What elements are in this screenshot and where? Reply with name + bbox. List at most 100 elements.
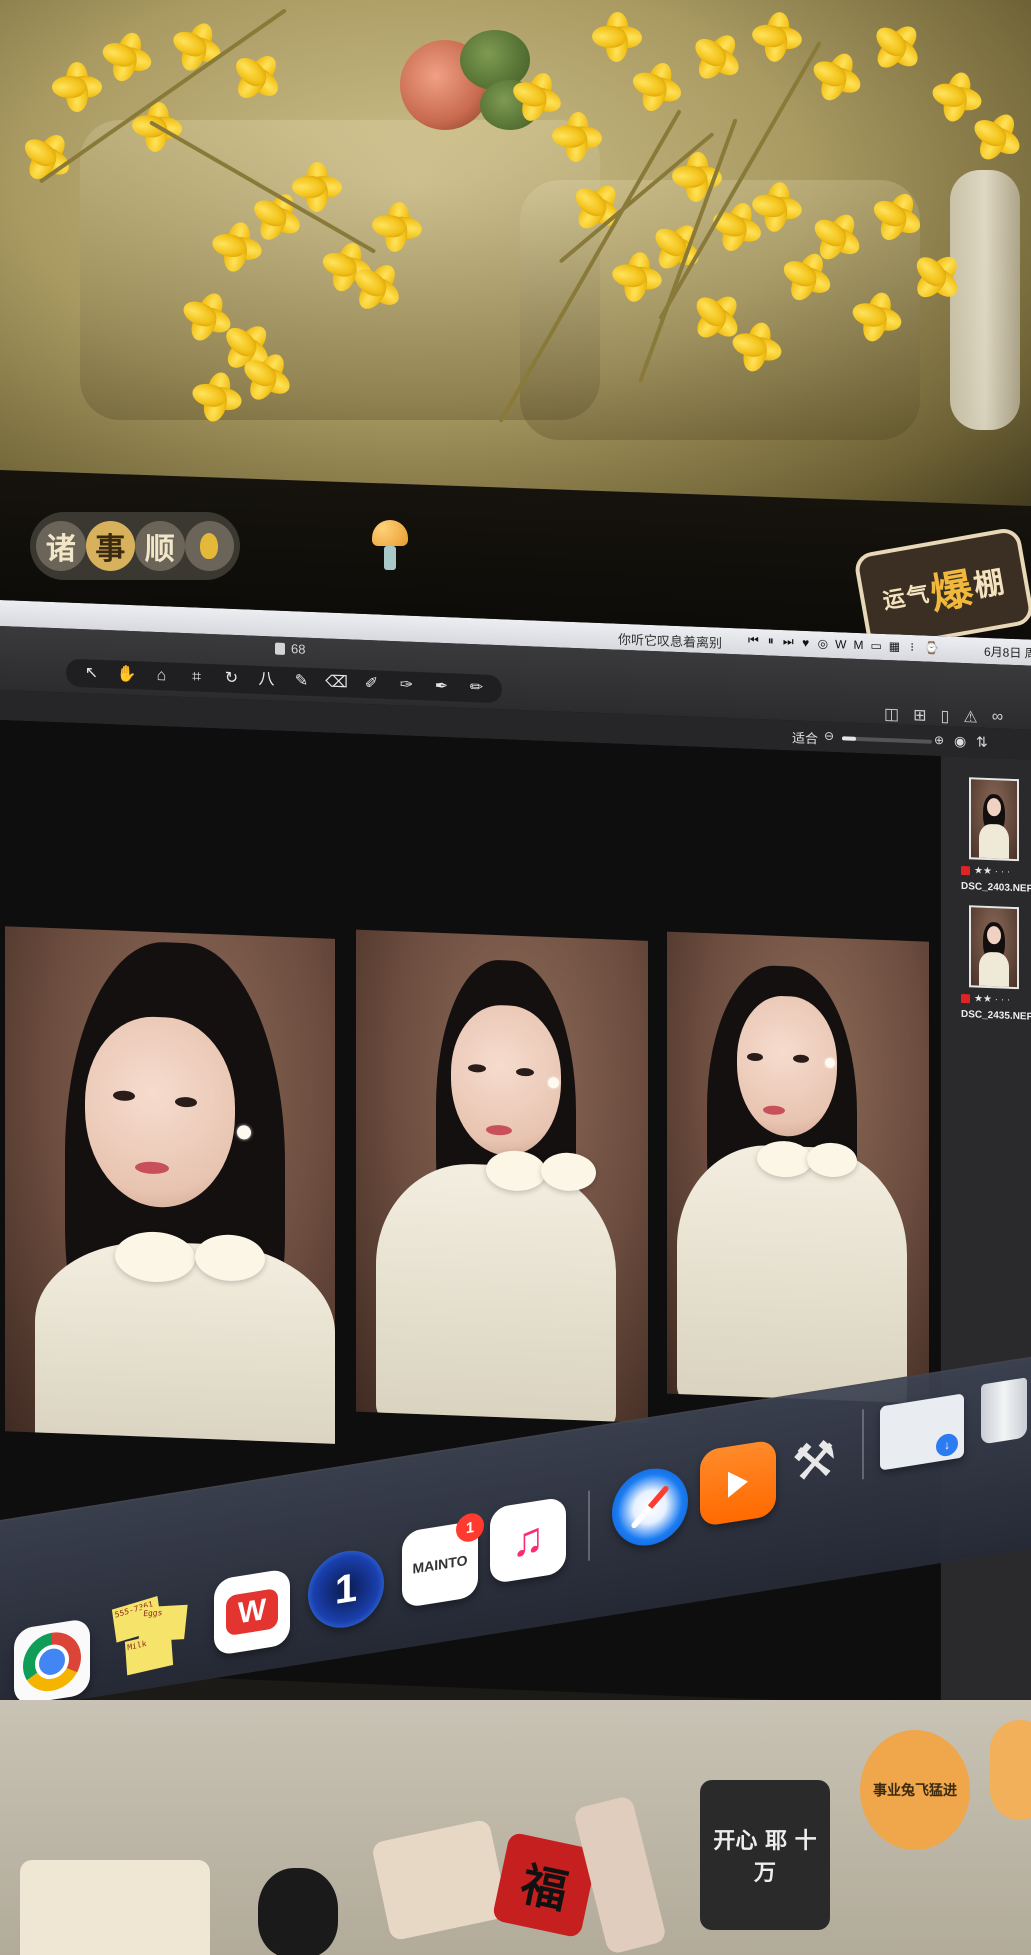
forsythia-flower: [750, 180, 804, 234]
forsythia-flower: [869, 189, 925, 245]
forsythia-flower: [969, 109, 1025, 165]
now-playing-song[interactable]: 你听它叹息着离别: [618, 629, 722, 652]
zoom-slider[interactable]: [842, 736, 932, 744]
document-icon: [275, 642, 285, 655]
kaixin-text: 开心 耶 十 万: [713, 1828, 817, 1886]
chrome-icon[interactable]: [14, 1617, 90, 1706]
eye-icon[interactable]: ◉: [954, 733, 966, 750]
forsythia-flower: [551, 111, 603, 163]
zoom-out-icon[interactable]: ⊖: [824, 729, 834, 743]
trash-icon[interactable]: [966, 1367, 1031, 1455]
status-icon-0[interactable]: ⏮: [748, 633, 759, 648]
forsythia-flower: [179, 289, 235, 345]
1password-icon[interactable]: 1: [308, 1545, 384, 1634]
hand-tool-icon[interactable]: ✋: [112, 665, 142, 683]
forsythia-flower: [750, 10, 804, 64]
straighten-tool-icon[interactable]: 八: [252, 671, 282, 689]
status-icon-6[interactable]: M: [853, 637, 863, 651]
sticker-char: 诸: [36, 521, 86, 571]
sticker-zhushishun: 诸 事 顺: [30, 512, 240, 580]
zoom-in-icon[interactable]: ⊕: [934, 733, 944, 747]
safari-icon[interactable]: [612, 1463, 688, 1552]
eraser-tool-icon[interactable]: ⌫: [322, 673, 352, 691]
pear-icon: [184, 521, 234, 571]
status-icon-5[interactable]: W: [835, 637, 846, 651]
star-rating[interactable]: ★★ · · ·: [974, 865, 1010, 877]
stamp-tool-icon[interactable]: ⌂: [147, 667, 177, 685]
status-icon-1[interactable]: ⏸: [766, 633, 776, 648]
status-icon-7[interactable]: ▭: [870, 638, 881, 652]
sticker-text: 运气: [881, 580, 933, 615]
photo-preview-1[interactable]: [5, 926, 335, 1444]
rabbit-career-text: 事业兔飞猛进: [873, 1783, 957, 1799]
pencil-tool-icon[interactable]: ✏: [462, 679, 492, 697]
apple-logo-icon: [258, 1868, 338, 1955]
drawing-compass-icon[interactable]: ⚒: [776, 1417, 852, 1505]
zoom-fit-button[interactable]: 适合: [792, 727, 818, 747]
forsythia-flower: [509, 69, 565, 125]
glasses-icon[interactable]: ∞: [992, 708, 1003, 728]
music-icon[interactable]: ♫: [490, 1496, 566, 1585]
forsythia-flower: [809, 209, 865, 265]
forsythia-flower: [911, 251, 963, 303]
pen-tool-icon[interactable]: ✐: [357, 675, 387, 693]
rotate-tool-icon[interactable]: ↻: [217, 670, 247, 688]
sort-icon[interactable]: ⇅: [976, 733, 988, 750]
filmstrip-sidebar: ★★ · · · DSC_2403.NEF ★★ · · · DSC_2435.…: [940, 756, 1031, 1710]
compass-needle-icon: [630, 1484, 670, 1530]
menu-bar-date[interactable]: 6月8日 周: [984, 643, 1031, 662]
kaixin-sticker: 开心 耶 十 万: [700, 1780, 830, 1930]
forsythia-flower: [210, 220, 264, 274]
forsythia-flower: [930, 70, 984, 124]
document-count: 68: [275, 641, 305, 657]
thumbnail-filename: DSC_2435.NEF: [961, 1008, 1031, 1023]
dropper-tool-icon[interactable]: ✑: [392, 676, 422, 694]
forsythia-flower: [610, 250, 664, 304]
status-icon-3[interactable]: ♥: [801, 635, 811, 649]
crop-tool-icon[interactable]: ⌗: [182, 668, 212, 686]
forsythia-flower: [350, 260, 404, 314]
compare-view-icon[interactable]: ◫: [884, 704, 899, 725]
forsythia-flower: [691, 291, 743, 343]
photo-preview-3[interactable]: [667, 931, 929, 1404]
fu-text: 福: [516, 1856, 573, 1920]
grid-view-icon[interactable]: ⊞: [913, 705, 926, 726]
ultraman-sticker: [370, 1818, 510, 1942]
downloads-folder-icon[interactable]: ↓: [880, 1393, 964, 1471]
mushroom-sticker: [372, 520, 408, 570]
thumbnail-rating[interactable]: ★★ · · ·: [961, 865, 1010, 878]
star-rating[interactable]: ★★ · · ·: [974, 993, 1010, 1005]
rabbit-career-sticker: 事业兔飞猛进: [860, 1730, 970, 1850]
status-icon-2[interactable]: ⏭: [783, 634, 794, 649]
status-icon-9[interactable]: ⁝: [907, 639, 917, 653]
warning-icon[interactable]: ⚠: [963, 707, 977, 728]
forsythia-flower: [591, 11, 643, 63]
infuse-icon[interactable]: [700, 1439, 776, 1528]
notification-badge: 1: [456, 1511, 484, 1544]
filmstrip-thumbnail[interactable]: [969, 777, 1019, 862]
stickies-icon[interactable]: 555-7361 Eggs Milk: [108, 1591, 188, 1679]
rabbit-sticker: [990, 1720, 1031, 1820]
status-icon-4[interactable]: ◎: [818, 636, 828, 650]
brush-tool-icon[interactable]: ✎: [287, 672, 317, 690]
status-icon-10[interactable]: ⌚: [924, 640, 939, 655]
filmstrip-thumbnail[interactable]: [969, 905, 1019, 990]
fill-tool-icon[interactable]: ✒: [427, 678, 457, 696]
thumbnail-rating[interactable]: ★★ · · ·: [961, 993, 1010, 1006]
status-icon-8[interactable]: ▦: [889, 639, 900, 653]
color-label-flag[interactable]: [961, 993, 970, 1004]
forsythia-flower: [99, 29, 155, 85]
single-view-icon[interactable]: ▯: [941, 706, 950, 726]
wps-office-icon[interactable]: W: [214, 1568, 290, 1657]
color-label-flag[interactable]: [961, 865, 970, 876]
mainto-icon[interactable]: MAINTO 1: [402, 1511, 484, 1609]
keychain: [950, 170, 1020, 430]
select-tool-icon[interactable]: ↖: [77, 664, 107, 682]
photo-preview-2[interactable]: [356, 929, 648, 1423]
forsythia-flower: [849, 289, 905, 345]
forsythia-flower: [52, 62, 102, 112]
play-icon: [728, 1468, 748, 1498]
forsythia-flower: [629, 59, 685, 115]
monitor-chin: 福 开心 耶 十 万 事业兔飞猛进: [0, 1700, 1031, 1955]
forsythia-flower: [690, 30, 744, 84]
